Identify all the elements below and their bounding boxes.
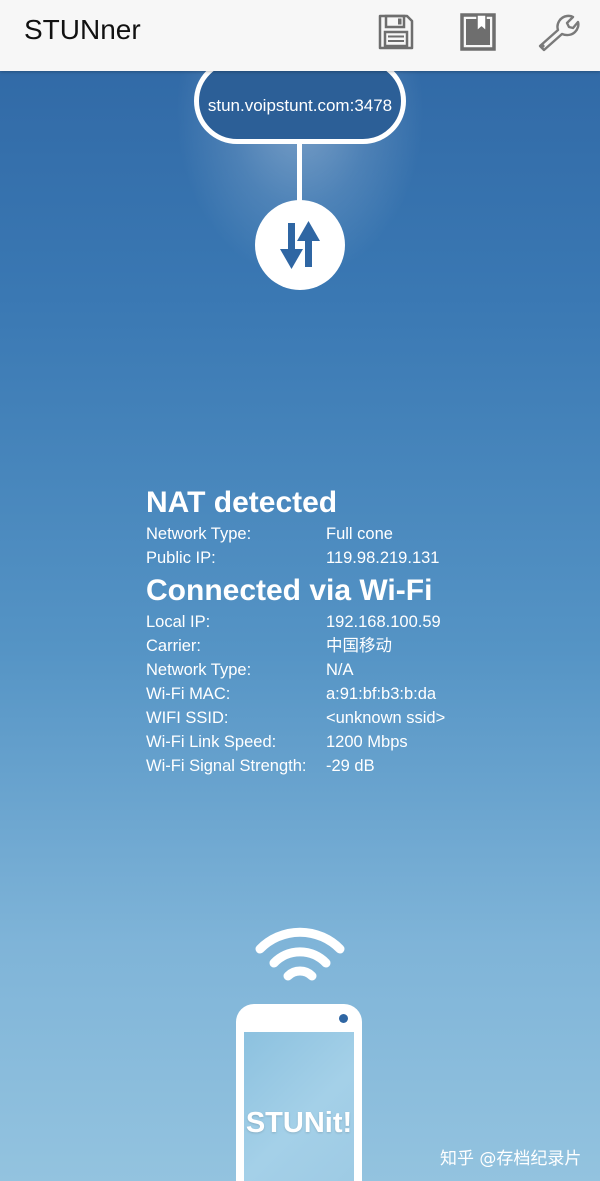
info-label: Local IP: bbox=[146, 613, 211, 631]
info-label: Wi-Fi Signal Strength: bbox=[146, 757, 307, 775]
info-value: -29 dB bbox=[326, 757, 375, 775]
info-value: N/A bbox=[326, 661, 354, 679]
app-screen: STUNner stun.voipstunt.com:3478 NAT dete… bbox=[0, 0, 600, 1181]
bookmark-icon bbox=[460, 13, 496, 51]
wifi-icon bbox=[255, 927, 345, 981]
bookmark-button[interactable] bbox=[456, 10, 500, 54]
info-value: 119.98.219.131 bbox=[326, 549, 440, 567]
info-value: <unknown ssid> bbox=[326, 709, 446, 727]
info-row: Network Type: N/A bbox=[146, 658, 566, 682]
info-value: 中国移动 bbox=[326, 637, 392, 655]
watermark-text: 知乎 @存档纪录片 bbox=[440, 1149, 582, 1169]
up-down-arrows-icon bbox=[280, 221, 320, 269]
stunit-button[interactable] bbox=[236, 1004, 362, 1181]
info-value: 1200 Mbps bbox=[326, 733, 408, 751]
transfer-indicator bbox=[255, 200, 345, 290]
app-title: STUNner bbox=[24, 14, 141, 45]
info-row: Carrier: 中国移动 bbox=[146, 634, 566, 658]
phone-camera-dot bbox=[339, 1014, 348, 1023]
info-row: Wi-Fi Signal Strength: -29 dB bbox=[146, 754, 566, 778]
nat-details: Network Type: Full cone Public IP: 119.9… bbox=[146, 522, 566, 570]
info-row: Public IP: 119.98.219.131 bbox=[146, 546, 566, 570]
info-label: Network Type: bbox=[146, 525, 252, 543]
info-value: a:91:bf:b3:b:da bbox=[326, 685, 437, 703]
connection-line bbox=[297, 143, 302, 205]
info-label: Public IP: bbox=[146, 549, 216, 567]
stun-server-address: stun.voipstunt.com:3478 bbox=[207, 96, 393, 115]
info-label: WIFI SSID: bbox=[146, 709, 229, 727]
connection-details: Local IP: 192.168.100.59 Carrier: 中国移动 N… bbox=[146, 610, 566, 778]
info-label: Carrier: bbox=[146, 637, 202, 655]
settings-button[interactable] bbox=[536, 10, 580, 54]
save-button[interactable] bbox=[374, 10, 418, 54]
info-value: Full cone bbox=[326, 525, 393, 543]
info-row: Wi-Fi Link Speed: 1200 Mbps bbox=[146, 730, 566, 754]
info-row: Network Type: Full cone bbox=[146, 522, 566, 546]
info-row: WIFI SSID: <unknown ssid> bbox=[146, 706, 566, 730]
network-info-panel: NAT detected Network Type: Full cone Pub… bbox=[146, 484, 566, 778]
info-row: Local IP: 192.168.100.59 bbox=[146, 610, 566, 634]
floppy-disk-icon bbox=[378, 14, 414, 50]
connection-heading: Connected via Wi-Fi bbox=[146, 574, 433, 607]
stunit-label[interactable]: STUNit! bbox=[236, 1107, 362, 1140]
top-app-bar: STUNner bbox=[0, 0, 600, 71]
info-label: Wi-Fi MAC: bbox=[146, 685, 231, 703]
info-label: Network Type: bbox=[146, 661, 252, 679]
info-row: Wi-Fi MAC: a:91:bf:b3:b:da bbox=[146, 682, 566, 706]
wrench-icon bbox=[538, 14, 580, 52]
info-value: 192.168.100.59 bbox=[326, 613, 441, 631]
nat-heading: NAT detected bbox=[146, 486, 338, 519]
info-label: Wi-Fi Link Speed: bbox=[146, 733, 277, 751]
